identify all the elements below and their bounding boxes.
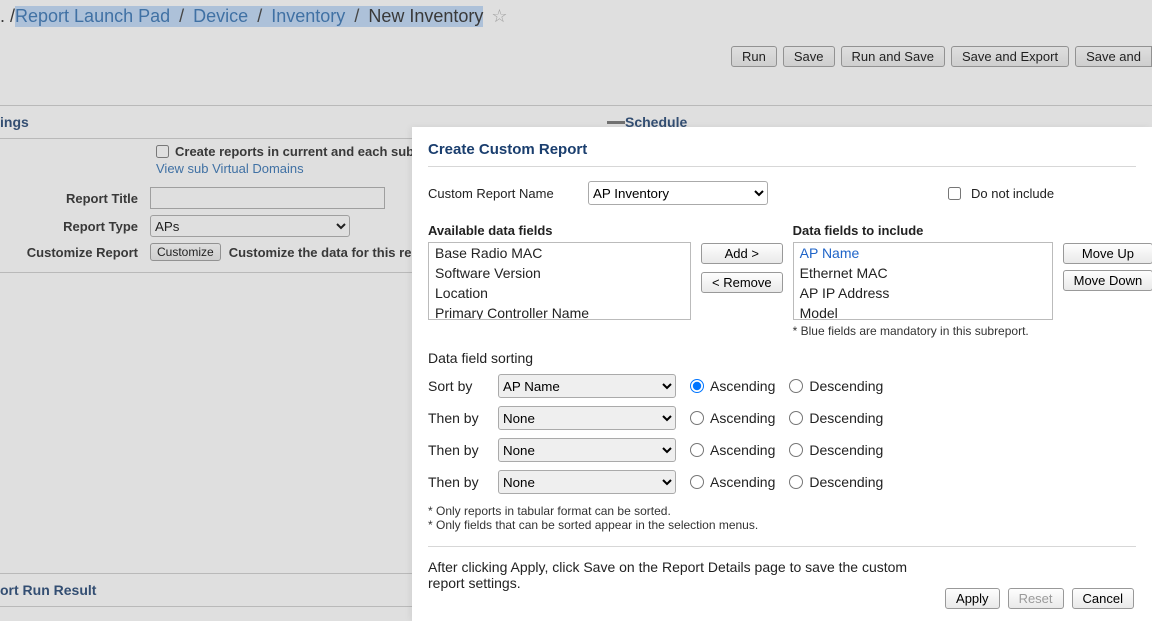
sort4-asc-radio[interactable] bbox=[690, 475, 704, 489]
breadcrumb-sep: / bbox=[175, 6, 188, 26]
save-and-export-button[interactable]: Save and Export bbox=[951, 46, 1069, 67]
list-item[interactable]: Primary Controller Name bbox=[429, 303, 690, 320]
mandatory-note: * Blue fields are mandatory in this subr… bbox=[793, 320, 1053, 338]
breadcrumb-sep: / bbox=[253, 6, 266, 26]
customize-button[interactable]: Customize bbox=[150, 243, 221, 261]
then-by-label: Then by bbox=[428, 474, 484, 490]
list-item[interactable]: AP IP Address bbox=[794, 283, 1052, 303]
apply-button[interactable]: Apply bbox=[945, 588, 1000, 609]
breadcrumb-link-launchpad[interactable]: Report Launch Pad bbox=[15, 6, 170, 26]
create-custom-report-dialog: Create Custom Report Custom Report Name … bbox=[412, 127, 1152, 621]
breadcrumb-sep: / bbox=[350, 6, 363, 26]
do-not-include-checkbox[interactable] bbox=[948, 187, 961, 200]
list-item[interactable]: Base Radio MAC bbox=[429, 243, 690, 263]
run-result-heading: ort Run Result bbox=[0, 582, 96, 598]
sort-by-select-2[interactable]: None bbox=[498, 406, 676, 430]
custom-report-name-label: Custom Report Name bbox=[428, 186, 588, 201]
view-sub-vd-link[interactable]: View sub Virtual Domains bbox=[156, 161, 304, 176]
include-fields-listbox[interactable]: AP Name Ethernet MAC AP IP Address Model bbox=[793, 242, 1053, 320]
list-item[interactable]: Location bbox=[429, 283, 690, 303]
breadcrumb-prefix: . / bbox=[0, 6, 15, 27]
customize-desc: Customize the data for this re bbox=[221, 245, 412, 260]
sort3-asc-radio[interactable] bbox=[690, 443, 704, 457]
sort-by-label: Sort by bbox=[428, 378, 484, 394]
run-and-save-button[interactable]: Run and Save bbox=[841, 46, 945, 67]
remove-button[interactable]: < Remove bbox=[701, 272, 783, 293]
custom-report-name-select[interactable]: AP Inventory bbox=[588, 181, 768, 205]
collapse-icon[interactable] bbox=[607, 121, 625, 124]
run-button[interactable]: Run bbox=[731, 46, 777, 67]
sort3-desc-radio[interactable] bbox=[789, 443, 803, 457]
list-item[interactable]: AP Name bbox=[794, 243, 1052, 263]
list-item[interactable]: Software Version bbox=[429, 263, 690, 283]
breadcrumb: . / Report Launch Pad / Device / Invento… bbox=[0, 0, 1152, 33]
then-by-label: Then by bbox=[428, 410, 484, 426]
cancel-button[interactable]: Cancel bbox=[1072, 588, 1134, 609]
available-fields-listbox[interactable]: Base Radio MAC Software Version Location… bbox=[428, 242, 691, 320]
footnote-2: * Only fields that can be sorted appear … bbox=[428, 518, 1136, 532]
move-down-button[interactable]: Move Down bbox=[1063, 270, 1152, 291]
footnote-1: * Only reports in tabular format can be … bbox=[428, 504, 1136, 518]
sort4-desc-radio[interactable] bbox=[789, 475, 803, 489]
list-item[interactable]: Ethernet MAC bbox=[794, 263, 1052, 283]
save-and-button[interactable]: Save and bbox=[1075, 46, 1152, 67]
customize-report-label: Customize Report bbox=[0, 245, 150, 260]
reset-button[interactable]: Reset bbox=[1008, 588, 1064, 609]
breadcrumb-current: New Inventory bbox=[368, 6, 483, 26]
sort-by-select-1[interactable]: AP Name bbox=[498, 374, 676, 398]
apply-note: After clicking Apply, click Save on the … bbox=[428, 547, 928, 591]
include-fields-header: Data fields to include bbox=[793, 223, 1053, 242]
sort1-desc-radio[interactable] bbox=[789, 379, 803, 393]
report-type-label: Report Type bbox=[0, 219, 150, 234]
sort-by-select-3[interactable]: None bbox=[498, 438, 676, 462]
sort-by-select-4[interactable]: None bbox=[498, 470, 676, 494]
save-button[interactable]: Save bbox=[783, 46, 835, 67]
report-title-label: Report Title bbox=[0, 191, 150, 206]
breadcrumb-link-device[interactable]: Device bbox=[193, 6, 248, 26]
dialog-title: Create Custom Report bbox=[428, 141, 1136, 167]
breadcrumb-link-inventory[interactable]: Inventory bbox=[271, 6, 345, 26]
favorite-star-icon[interactable]: ☆ bbox=[491, 6, 507, 27]
report-title-input[interactable] bbox=[150, 187, 385, 209]
settings-heading: ings bbox=[0, 114, 29, 130]
action-toolbar: Run Save Run and Save Save and Export Sa… bbox=[725, 40, 1152, 73]
list-item[interactable]: Model bbox=[794, 303, 1052, 320]
report-type-select[interactable]: APs bbox=[150, 215, 350, 237]
sort-section-title: Data field sorting bbox=[428, 338, 1136, 366]
sort2-asc-radio[interactable] bbox=[690, 411, 704, 425]
add-button[interactable]: Add > bbox=[701, 243, 783, 264]
create-sub-vd-checkbox[interactable] bbox=[156, 145, 169, 158]
sort1-asc-radio[interactable] bbox=[690, 379, 704, 393]
then-by-label: Then by bbox=[428, 442, 484, 458]
available-fields-header: Available data fields bbox=[428, 223, 691, 242]
do-not-include-label: Do not include bbox=[971, 186, 1054, 201]
move-up-button[interactable]: Move Up bbox=[1063, 243, 1152, 264]
sort2-desc-radio[interactable] bbox=[789, 411, 803, 425]
